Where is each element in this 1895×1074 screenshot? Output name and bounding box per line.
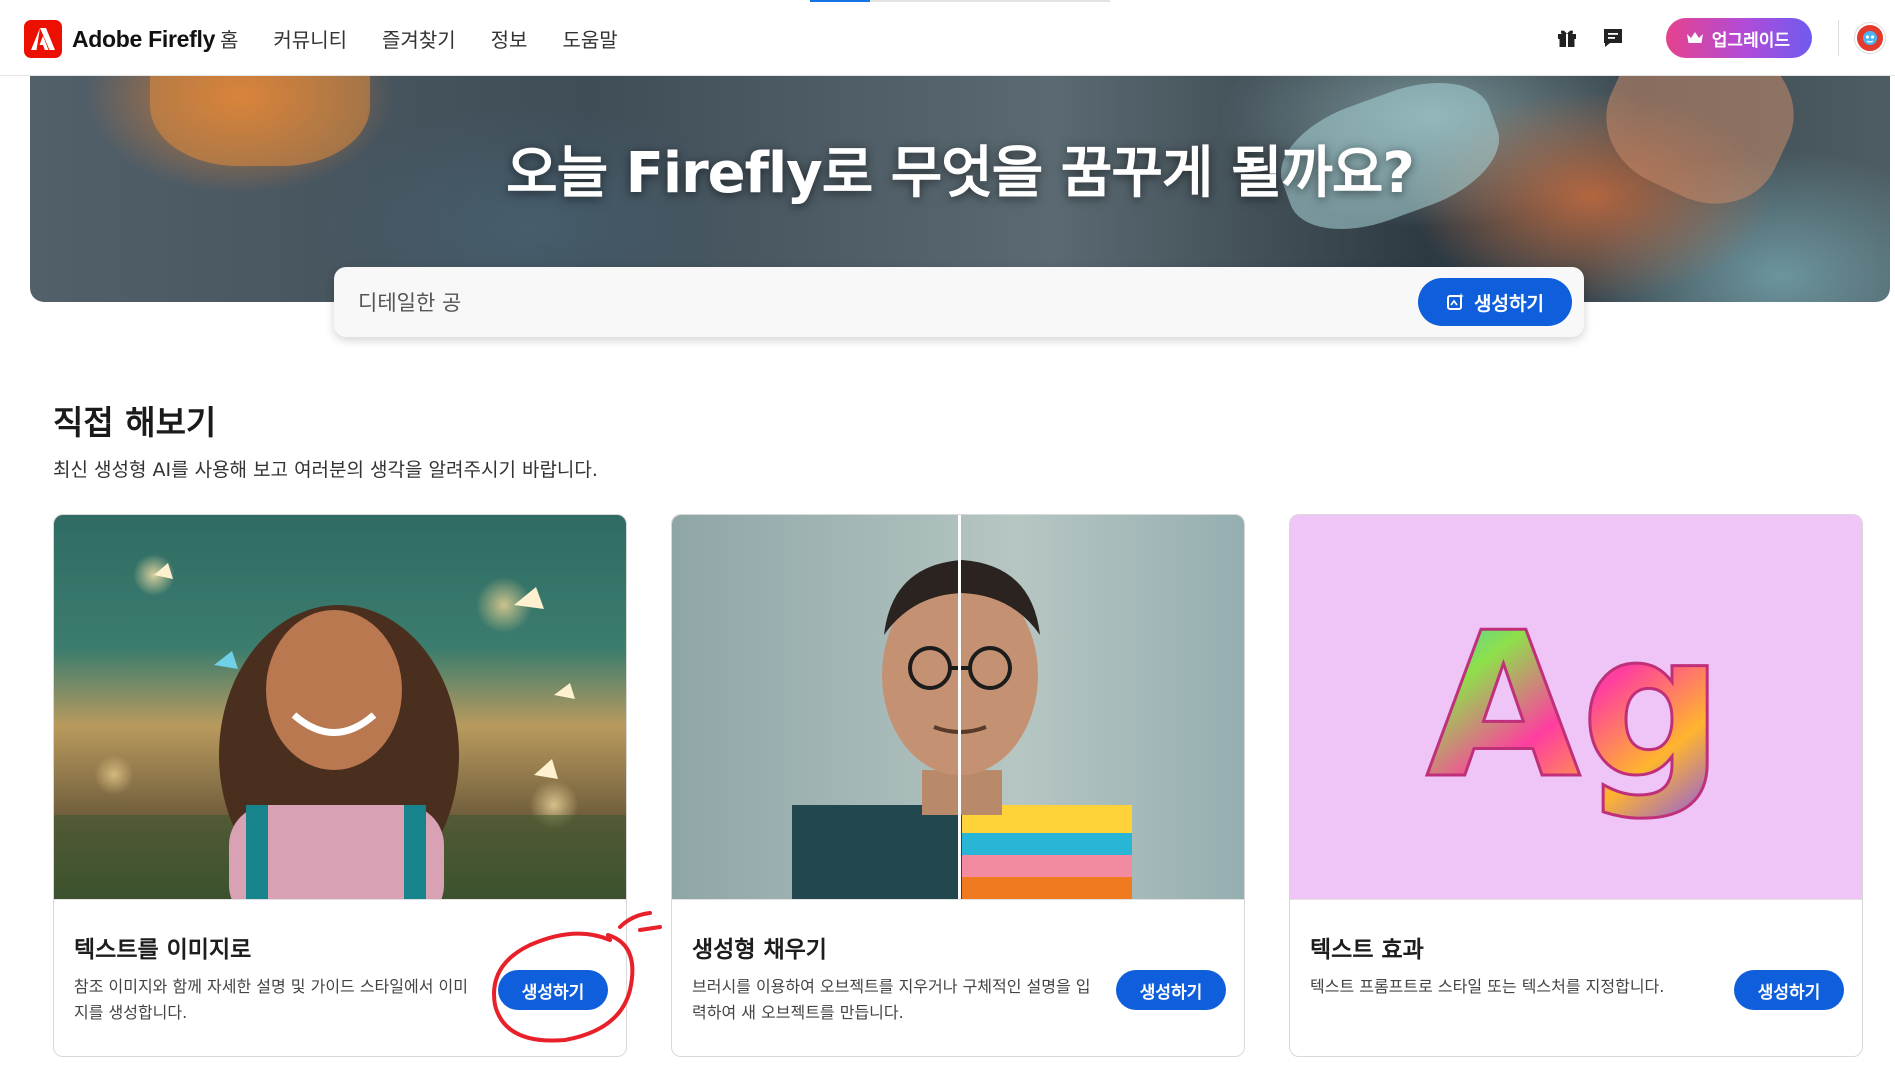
- sample-text: Ag: [1426, 590, 1724, 823]
- gift-icon[interactable]: [1550, 21, 1584, 55]
- card-image: [54, 515, 626, 899]
- chat-icon[interactable]: [1596, 21, 1630, 55]
- section-subtitle: 최신 생성형 AI를 사용해 보고 여러분의 생각을 알려주시기 바랍니다.: [53, 459, 598, 481]
- section-title: 직접 해보기: [53, 403, 217, 442]
- adobe-logo-icon: [24, 20, 62, 58]
- loading-indicator: [810, 0, 1110, 2]
- main-nav: 홈 커뮤니티 즐겨찾기 정보 도움말: [220, 24, 653, 56]
- nav-item-community[interactable]: 커뮤니티: [273, 24, 347, 56]
- annotation-circle: [492, 911, 662, 1043]
- avatar[interactable]: [1855, 23, 1885, 53]
- brand-name: Adobe Firefly: [72, 25, 216, 52]
- top-navigation-bar: Adobe Firefly 홈 커뮤니티 즐겨찾기 정보 도움말 업그레이드: [0, 0, 1895, 76]
- card-title: 텍스트 효과: [1310, 937, 1424, 963]
- upgrade-button[interactable]: 업그레이드: [1665, 18, 1812, 58]
- crown-icon: [1686, 32, 1703, 43]
- upgrade-label: 업그레이드: [1711, 30, 1790, 50]
- nav-item-favorites[interactable]: 즐겨찾기: [382, 24, 456, 56]
- card-text-effects[interactable]: Ag 텍스트 효과 텍스트 프롬프트로 스타일 또는 텍스처를 지정합니다. 생…: [1289, 514, 1863, 1057]
- girl-illustration: [54, 563, 626, 899]
- hero-title: 오늘 Firefly로 무엇을 꿈꾸게 될까요?: [506, 141, 1415, 206]
- brand-logo[interactable]: Adobe Firefly: [24, 20, 215, 58]
- man-portrait-illustration: [792, 515, 1132, 899]
- nav-item-about[interactable]: 정보: [491, 24, 528, 56]
- header-actions: 업그레이드: [1550, 14, 1895, 62]
- header-divider: [1838, 20, 1839, 56]
- card-image: Ag: [1290, 515, 1862, 899]
- generate-icon: [1447, 293, 1465, 310]
- text-effect-sample: Ag: [1425, 589, 1726, 825]
- prompt-bar: 생성하기: [334, 267, 1584, 337]
- card-title: 생성형 채우기: [692, 937, 827, 963]
- card-generate-button[interactable]: 생성하기: [1116, 970, 1226, 1010]
- prompt-input[interactable]: [358, 283, 1358, 321]
- card-description: 브러시를 이용하여 오브젝트를 지우거나 구체적인 설명을 입력하여 새 오브젝…: [692, 977, 1091, 1022]
- card-body: 텍스트 효과 텍스트 프롬프트로 스타일 또는 텍스처를 지정합니다. 생성하기: [1290, 899, 1862, 1056]
- card-description: 텍스트 프롬프트로 스타일 또는 텍스처를 지정합니다.: [1310, 977, 1665, 996]
- generate-button[interactable]: 생성하기: [1418, 278, 1572, 326]
- card-body: 생성형 채우기 브러시를 이용하여 오브젝트를 지우거나 구체적인 설명을 입력…: [672, 899, 1244, 1056]
- card-generate-button[interactable]: 생성하기: [1734, 970, 1844, 1010]
- card-generative-fill[interactable]: 생성형 채우기 브러시를 이용하여 오브젝트를 지우거나 구체적인 설명을 입력…: [671, 514, 1245, 1057]
- card-image: [672, 515, 1244, 899]
- nav-item-home[interactable]: 홈: [220, 24, 238, 56]
- card-title: 텍스트를 이미지로: [74, 937, 252, 963]
- card-description: 참조 이미지와 함께 자세한 설명 및 가이드 스타일에서 이미지를 생성합니다…: [74, 977, 468, 1022]
- generate-label: 생성하기: [1474, 293, 1544, 315]
- nav-item-help[interactable]: 도움말: [562, 24, 617, 56]
